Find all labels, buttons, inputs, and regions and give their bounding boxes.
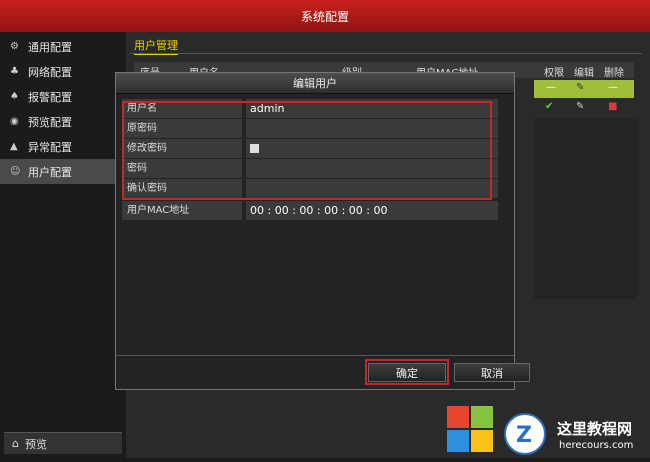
preview-label: 预览 [24, 437, 47, 451]
col-permission: 权限 [544, 68, 564, 79]
password-row: 密码 [122, 159, 498, 178]
eye-icon: ◉ [10, 116, 19, 127]
password-field[interactable] [246, 159, 498, 178]
window-titlebar: 系统配置 [0, 0, 650, 32]
alarm-icon: ♠ [10, 91, 19, 102]
watermark-text: 这里教程网 [557, 420, 633, 438]
sidebar-item-label: 网络配置 [28, 65, 72, 79]
col-delete: 删除 [604, 68, 624, 79]
confirm-password-row: 确认密码 [122, 179, 498, 198]
preview-button[interactable]: ⌂ 预览 [4, 432, 122, 454]
edit-user-dialog: 编辑用户 用户名 admin 原密码 修改密码 密码 确认密码 用户MAC地址 … [115, 72, 530, 390]
old-password-field[interactable] [246, 119, 498, 138]
watermark-url: herecours.com [559, 440, 634, 451]
mac-row: 用户MAC地址 00 : 00 : 00 : 00 : 00 : 00 [122, 201, 498, 220]
sidebar-item-alarm[interactable]: ♠ 报警配置 [0, 84, 126, 109]
password-label: 密码 [122, 159, 242, 178]
mac-address-field[interactable]: 00 : 00 : 00 : 00 : 00 : 00 [246, 201, 498, 220]
sidebar-item-label: 报警配置 [28, 90, 72, 104]
sidebar-item-label: 通用配置 [28, 40, 72, 54]
change-password-cell [246, 139, 498, 158]
permission-cell: — [546, 82, 556, 93]
username-field[interactable]: admin [246, 99, 498, 118]
change-password-label: 修改密码 [122, 139, 242, 158]
col-edit: 编辑 [574, 68, 594, 79]
warning-icon: ▲ [10, 141, 18, 152]
table-row[interactable]: — ✎ — [534, 80, 634, 98]
sidebar-item-general[interactable]: ⚙ 通用配置 [0, 34, 126, 59]
mac-label: 用户MAC地址 [122, 201, 242, 220]
sidebar: ⚙ 通用配置 ♣ 网络配置 ♠ 报警配置 ◉ 预览配置 ▲ 异常配置 ☺ 用户配置 ⌂ 预览 [0, 32, 126, 458]
watermark: Z 这里教程网 herecours.com [445, 402, 650, 458]
confirm-password-field[interactable] [246, 179, 498, 198]
window-title: 系统配置 [300, 9, 349, 24]
change-password-checkbox[interactable] [250, 144, 259, 153]
edit-icon[interactable]: ✎ [576, 101, 584, 112]
edit-user-form: 用户名 admin 原密码 修改密码 密码 确认密码 用户MAC地址 00 : … [122, 99, 498, 221]
home-icon: ⌂ [12, 437, 19, 450]
dialog-title: 编辑用户 [116, 73, 514, 94]
user-icon: ☺ [10, 166, 21, 177]
username-row: 用户名 admin [122, 99, 498, 118]
network-icon: ♣ [10, 66, 19, 77]
ok-button[interactable]: 确定 [368, 363, 446, 382]
tab-divider [130, 53, 642, 54]
gear-icon: ⚙ [10, 41, 19, 52]
change-password-row: 修改密码 [122, 139, 498, 158]
trash-icon[interactable]: ■ [608, 101, 617, 112]
delete-cell: — [608, 82, 618, 93]
sidebar-item-network[interactable]: ♣ 网络配置 [0, 59, 126, 84]
dialog-divider [116, 355, 514, 356]
old-password-row: 原密码 [122, 119, 498, 138]
table-row[interactable]: ✔ ✎ ■ [534, 99, 634, 117]
old-password-label: 原密码 [122, 119, 242, 138]
sidebar-item-label: 异常配置 [28, 140, 72, 154]
svg-text:Z: Z [516, 423, 532, 448]
sidebar-item-exception[interactable]: ▲ 异常配置 [0, 134, 126, 159]
sidebar-item-label: 用户配置 [28, 165, 72, 179]
edit-icon[interactable]: ✎ [576, 82, 584, 93]
username-label: 用户名 [122, 99, 242, 118]
permission-icon[interactable]: ✔ [545, 101, 553, 112]
sidebar-item-preview-config[interactable]: ◉ 预览配置 [0, 109, 126, 134]
sidebar-item-label: 预览配置 [28, 115, 72, 129]
confirm-password-label: 确认密码 [122, 179, 242, 198]
cancel-button[interactable]: 取消 [454, 363, 530, 382]
sidebar-item-user[interactable]: ☺ 用户配置 [0, 159, 126, 184]
user-list-area [534, 119, 638, 299]
